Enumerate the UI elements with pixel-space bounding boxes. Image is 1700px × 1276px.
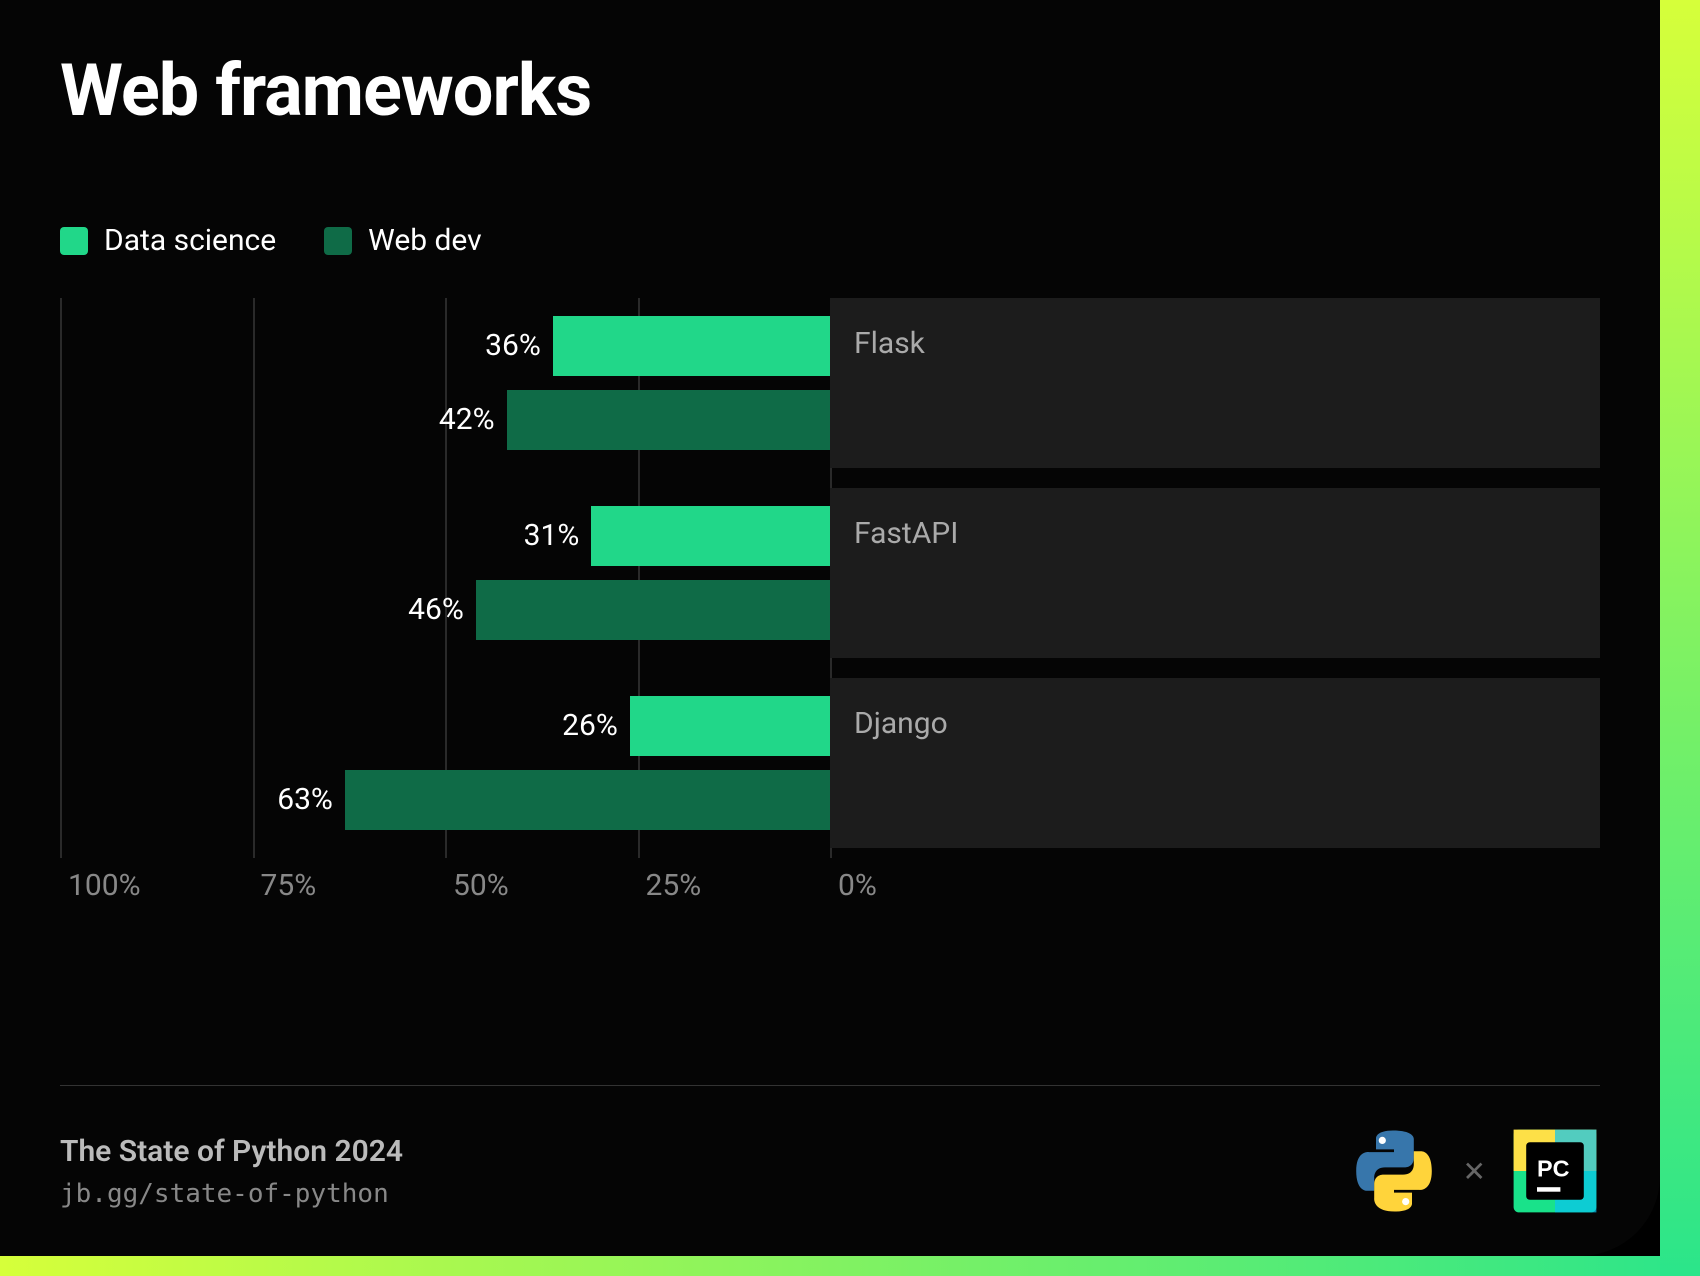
axis-tick-label: 100% bbox=[68, 868, 141, 903]
bar-value-label: 31% bbox=[479, 518, 579, 553]
plot: 36% 42% Flask 31% 46% FastAPI 26% 63% Django bbox=[60, 298, 1600, 858]
svg-text:PC: PC bbox=[1537, 1155, 1570, 1181]
bar-group: 36% 42% Flask bbox=[60, 298, 1600, 468]
swatch-data-science bbox=[60, 227, 88, 255]
python-logo-icon bbox=[1349, 1126, 1439, 1216]
chart-area: 36% 42% Flask 31% 46% FastAPI 26% 63% Django 100… bbox=[60, 298, 1600, 918]
bar-data-science bbox=[553, 316, 830, 376]
legend-item-data-science: Data science bbox=[60, 223, 276, 258]
legend-label-web-dev: Web dev bbox=[368, 223, 482, 258]
bar-value-label: 36% bbox=[441, 328, 541, 363]
legend: Data science Web dev bbox=[60, 223, 1600, 258]
legend-item-web-dev: Web dev bbox=[324, 223, 482, 258]
bar-data-science bbox=[591, 506, 830, 566]
bar-group: 31% 46% FastAPI bbox=[60, 488, 1600, 658]
axis-tick-label: 75% bbox=[261, 868, 317, 903]
bar-track bbox=[830, 488, 1600, 658]
bar-track bbox=[830, 298, 1600, 468]
bar-value-label: 46% bbox=[364, 592, 464, 627]
footer-title: The State of Python 2024 bbox=[60, 1134, 403, 1169]
bar-track bbox=[830, 678, 1600, 848]
chart-title: Web frameworks bbox=[60, 48, 1600, 133]
footer-logos: ✕ PC bbox=[1349, 1126, 1600, 1216]
bar-value-label: 63% bbox=[233, 782, 333, 817]
footer: The State of Python 2024 jb.gg/state-of-… bbox=[60, 1085, 1600, 1216]
bar-web-dev bbox=[507, 390, 830, 450]
axis-tick-label: 0% bbox=[838, 868, 877, 903]
footer-text: The State of Python 2024 jb.gg/state-of-… bbox=[60, 1134, 403, 1209]
bar-group: 26% 63% Django bbox=[60, 678, 1600, 848]
bar-web-dev bbox=[476, 580, 830, 640]
swatch-web-dev bbox=[324, 227, 352, 255]
chart-card: Web frameworks Data science Web dev 36% 4… bbox=[0, 0, 1660, 1256]
axis-tick-label: 50% bbox=[453, 868, 509, 903]
bar-value-label: 42% bbox=[395, 402, 495, 437]
legend-label-data-science: Data science bbox=[104, 223, 276, 258]
category-label: Django bbox=[854, 706, 948, 741]
pycharm-logo-icon: PC bbox=[1510, 1126, 1600, 1216]
bar-web-dev bbox=[345, 770, 830, 830]
x-separator-icon: ✕ bbox=[1463, 1155, 1486, 1188]
category-label: Flask bbox=[854, 326, 925, 361]
bar-value-label: 26% bbox=[518, 708, 618, 743]
footer-link: jb.gg/state-of-python bbox=[60, 1179, 403, 1209]
category-label: FastAPI bbox=[854, 516, 958, 551]
axis-tick-label: 25% bbox=[646, 868, 702, 903]
bar-data-science bbox=[630, 696, 830, 756]
